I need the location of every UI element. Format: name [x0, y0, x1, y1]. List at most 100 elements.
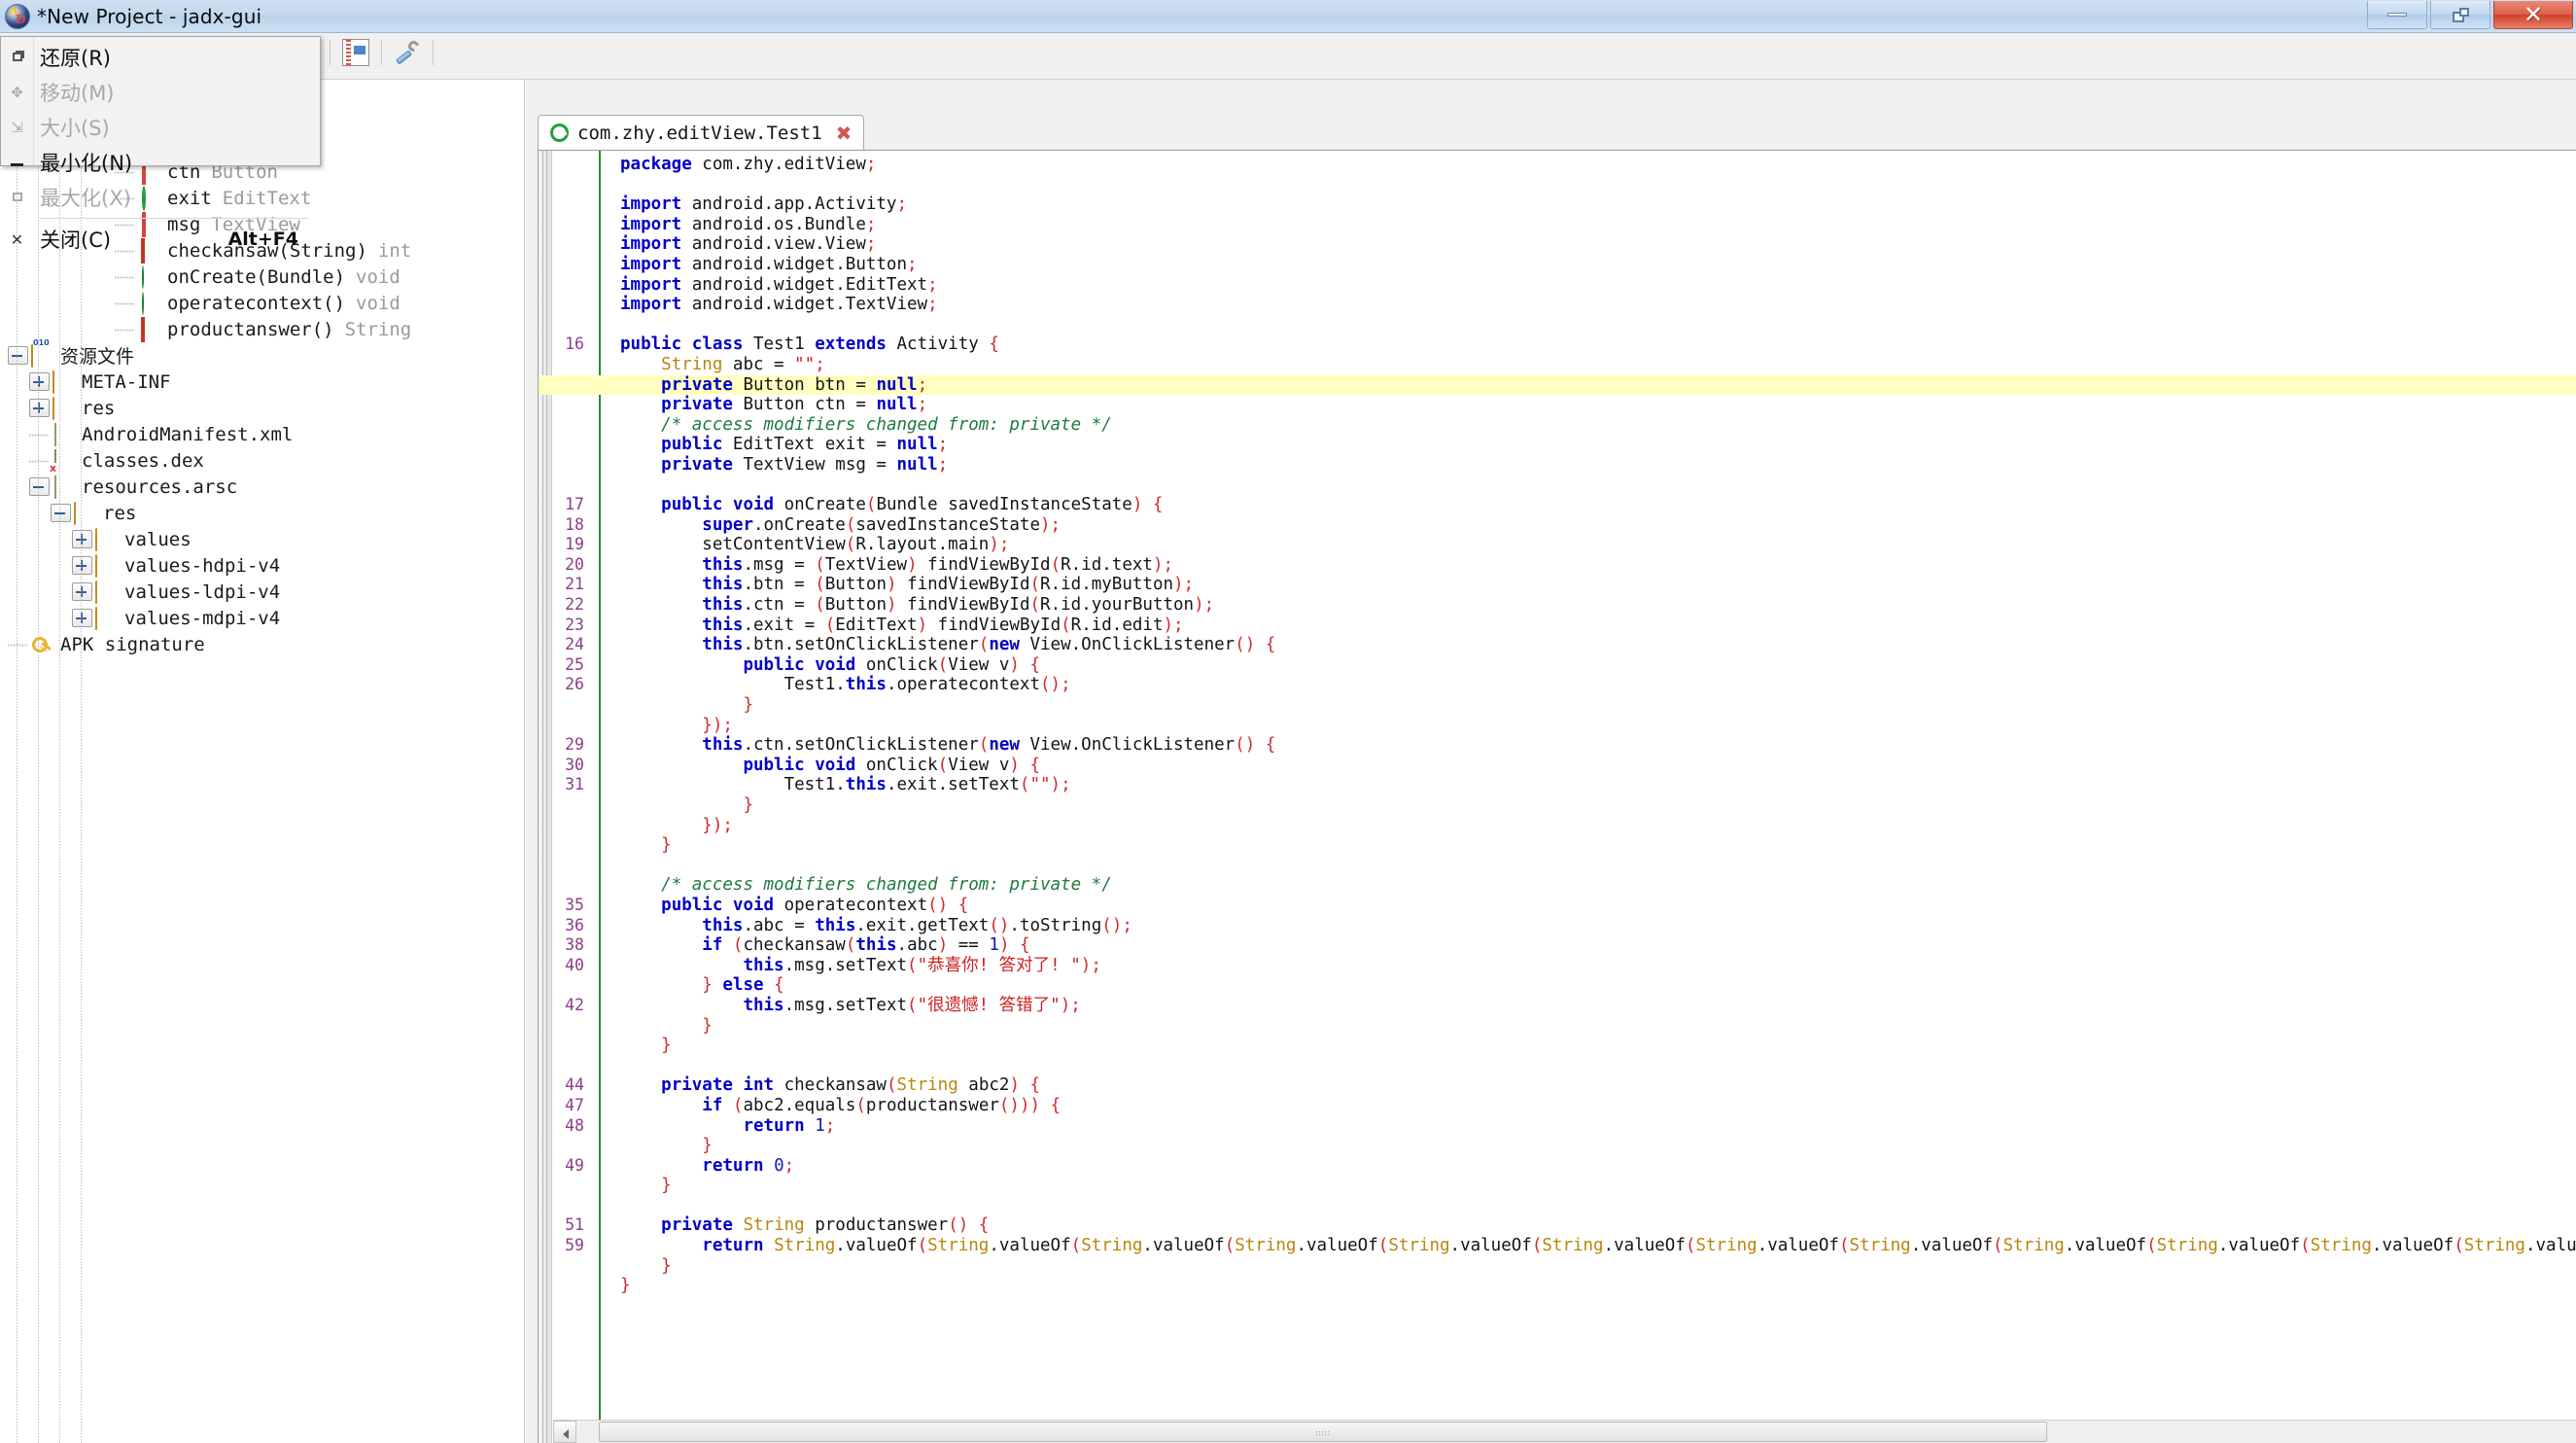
code-token: .ctn.setOnClickListener	[743, 735, 979, 756]
tab-close-icon[interactable]: ✖	[836, 123, 853, 143]
code-text: /* access modifiers changed from: privat…	[610, 415, 1112, 435]
tree-node-label: onCreate(Bundle)	[167, 265, 346, 288]
code-token: String	[2156, 1236, 2218, 1256]
window-system-menu[interactable]: 还原(R) ✥ 移动(M) ⇲ 大小(S) 最小化(N) 最大化(X) ✕ 关闭(C) Alt+F…	[0, 36, 321, 252]
expand-icon[interactable]	[29, 399, 50, 417]
log-viewer-icon[interactable]	[342, 39, 369, 66]
code-text: private Button ctn = null;	[610, 395, 927, 414]
code-token: }	[661, 1255, 672, 1276]
code-text: setContentView(R.layout.main);	[610, 535, 1009, 554]
restore-button[interactable]	[2430, 1, 2490, 29]
menu-item-restore[interactable]: 还原(R)	[1, 40, 320, 75]
minimize-button[interactable]	[2367, 1, 2427, 29]
tree-node-label: res	[82, 397, 116, 419]
class-icon	[550, 123, 569, 142]
collapse-icon[interactable]	[51, 504, 71, 522]
code-line: 18 super.onCreate(savedInstanceState);	[539, 515, 2576, 536]
tree-node[interactable]: META-INF	[0, 369, 524, 395]
tree-connector	[29, 424, 50, 444]
tree-node[interactable]: classes.dex	[0, 447, 524, 474]
expand-icon[interactable]	[72, 556, 92, 575]
code-token: .onCreate	[752, 514, 846, 535]
expand-icon[interactable]	[72, 582, 92, 601]
code-token: Test1.	[620, 675, 846, 695]
tree-node-label: META-INF	[82, 370, 171, 393]
code-token: Button btn =	[732, 374, 877, 395]
tree-node-type: String	[344, 318, 412, 340]
tree-node[interactable]: productanswer() String	[0, 316, 524, 342]
code-token: R.layout.main	[855, 535, 990, 555]
code-token: .valueOf	[2371, 1236, 2454, 1256]
tree-node[interactable]: APK signature	[0, 631, 524, 657]
expand-icon[interactable]	[72, 530, 92, 548]
tree-node[interactable]: onCreate(Bundle) void	[0, 264, 524, 290]
code-token: .btn.setOnClickListener	[743, 635, 979, 655]
line-number	[539, 975, 584, 996]
close-button[interactable]: ✕	[2493, 1, 2573, 29]
tree-node[interactable]: res	[0, 500, 524, 526]
code-line: import android.app.Activity;	[539, 194, 2576, 215]
code-text: public void onCreate(Bundle savedInstanc…	[610, 495, 1163, 514]
expand-icon[interactable]	[29, 372, 50, 391]
scroll-left-button[interactable]	[553, 1421, 576, 1443]
tree-node[interactable]: values-hdpi-v4	[0, 552, 524, 579]
expand-icon[interactable]	[72, 609, 92, 627]
code-token: android.app.Activity	[681, 194, 897, 215]
code-token: (	[865, 495, 877, 515]
code-token: )	[937, 935, 949, 956]
line-number: 18	[565, 514, 584, 534]
tree-node[interactable]: values-ldpi-v4	[0, 579, 524, 605]
code-token: .valueOf	[1142, 1236, 1225, 1256]
code-line: 51 private String productanswer() {	[539, 1215, 2576, 1236]
project-tree-panel[interactable]: Test1abcStringbtnButtonctnButtonexitEdit…	[0, 80, 525, 1443]
code-token: ();	[1101, 915, 1132, 935]
code-line: import android.os.Bundle;	[539, 215, 2576, 235]
tree-node-label: operatecontext()	[167, 292, 346, 314]
horizontal-scrollbar-thumb[interactable]	[599, 1422, 2047, 1442]
code-token: private	[661, 454, 733, 475]
title-bar[interactable]: *New Project - jadx-gui ✕	[0, 0, 2576, 33]
collapse-icon[interactable]	[8, 346, 28, 365]
tab-com-zhy-editview-test1[interactable]: com.zhy.editView.Test1 ✖	[538, 115, 865, 150]
tree-node[interactable]: AndroidManifest.xml	[0, 421, 524, 447]
preferences-wrench-icon[interactable]	[394, 38, 422, 66]
code-line: 40 this.msg.setText("恭喜你! 答对了! ");	[539, 956, 2576, 976]
folder-icon	[95, 580, 117, 604]
tree-node[interactable]: 资源文件	[0, 342, 524, 369]
code-token: )	[917, 615, 928, 635]
tree-node[interactable]: res	[0, 395, 524, 421]
code-viewer[interactable]: package com.zhy.editView; import android.…	[538, 150, 2576, 1443]
code-token: 1	[989, 935, 999, 956]
code-token: .ctn =	[743, 595, 816, 616]
line-number: 26	[565, 675, 584, 694]
line-number	[539, 194, 584, 215]
code-token: }	[620, 1276, 631, 1296]
code-token: () {	[1235, 735, 1276, 756]
menu-item-minimize[interactable]: 最小化(N)	[1, 145, 320, 180]
tree-node[interactable]: operatecontext() void	[0, 290, 524, 316]
code-token: import	[620, 274, 682, 295]
collapse-icon[interactable]	[29, 477, 50, 496]
horizontal-scrollbar[interactable]	[553, 1420, 2576, 1443]
code-token: null	[896, 435, 938, 455]
file-icon	[52, 475, 74, 499]
tree-node[interactable]: resources.arsc	[0, 474, 524, 500]
menu-item-label: 移动(M)	[40, 82, 115, 105]
tree-node[interactable]: values-mdpi-v4	[0, 605, 524, 631]
menu-item-close[interactable]: ✕ 关闭(C) Alt+F4	[1, 222, 320, 257]
line-number: 38	[565, 935, 584, 955]
code-text: public void operatecontext() {	[610, 896, 968, 915]
tree-node[interactable]: values	[0, 526, 524, 552]
